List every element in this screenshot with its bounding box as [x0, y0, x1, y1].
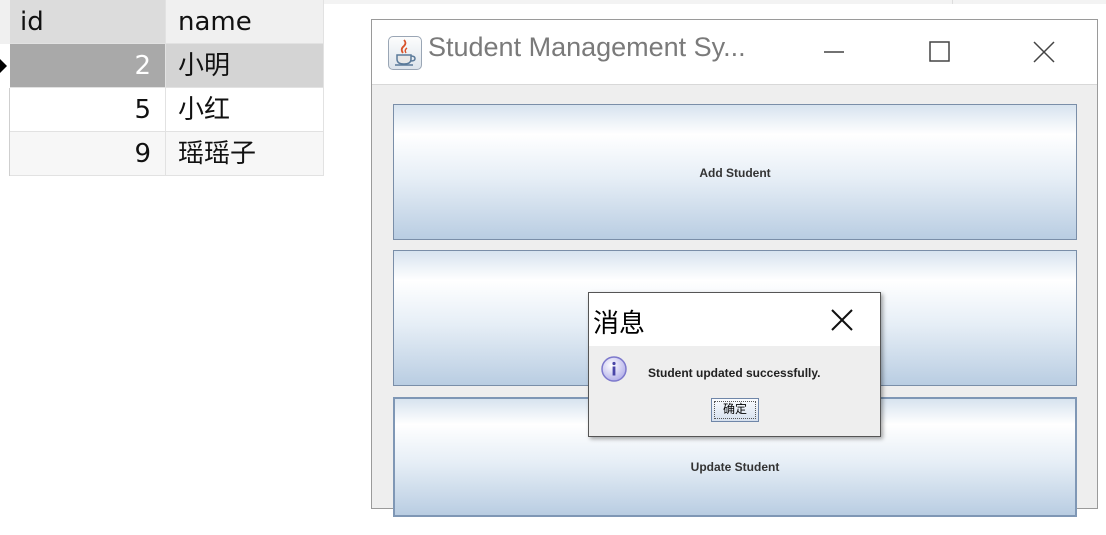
- table-row[interactable]: 5 小红: [0, 88, 324, 132]
- column-header-name[interactable]: name: [166, 0, 324, 44]
- maximize-icon[interactable]: [920, 32, 960, 72]
- cell-name[interactable]: 瑶瑶子: [166, 132, 324, 176]
- background-strip: [324, 0, 1106, 4]
- info-icon: [600, 355, 628, 383]
- ok-button[interactable]: 确定: [711, 398, 759, 422]
- grid-header-row: id name: [0, 0, 324, 44]
- java-cup-icon: [388, 36, 422, 70]
- window-title: Student Management Sy...: [428, 32, 746, 62]
- cell-id[interactable]: 2: [10, 44, 166, 88]
- table-row[interactable]: 2 小明: [0, 44, 324, 88]
- column-header-id[interactable]: id: [10, 0, 166, 44]
- cell-id[interactable]: 5: [10, 88, 166, 132]
- close-icon[interactable]: [827, 305, 857, 335]
- message-dialog: 消息 Student updated successfully. 确定: [588, 292, 881, 437]
- minimize-icon[interactable]: [814, 32, 854, 72]
- add-student-button[interactable]: Add Student: [393, 104, 1077, 240]
- close-icon[interactable]: [1024, 32, 1064, 72]
- table-row[interactable]: 9 瑶瑶子: [0, 132, 324, 176]
- cell-name[interactable]: 小明: [166, 44, 324, 88]
- window-titlebar[interactable]: Student Management Sy...: [372, 20, 1097, 85]
- dialog-message: Student updated successfully.: [648, 366, 821, 380]
- strip-divider: [952, 0, 953, 4]
- cell-id[interactable]: 9: [10, 132, 166, 176]
- dialog-title: 消息: [593, 309, 646, 339]
- cell-name[interactable]: 小红: [166, 88, 324, 132]
- current-row-indicator-icon: [0, 52, 10, 80]
- row-header-divider: [9, 88, 10, 176]
- dialog-titlebar[interactable]: 消息: [589, 293, 880, 346]
